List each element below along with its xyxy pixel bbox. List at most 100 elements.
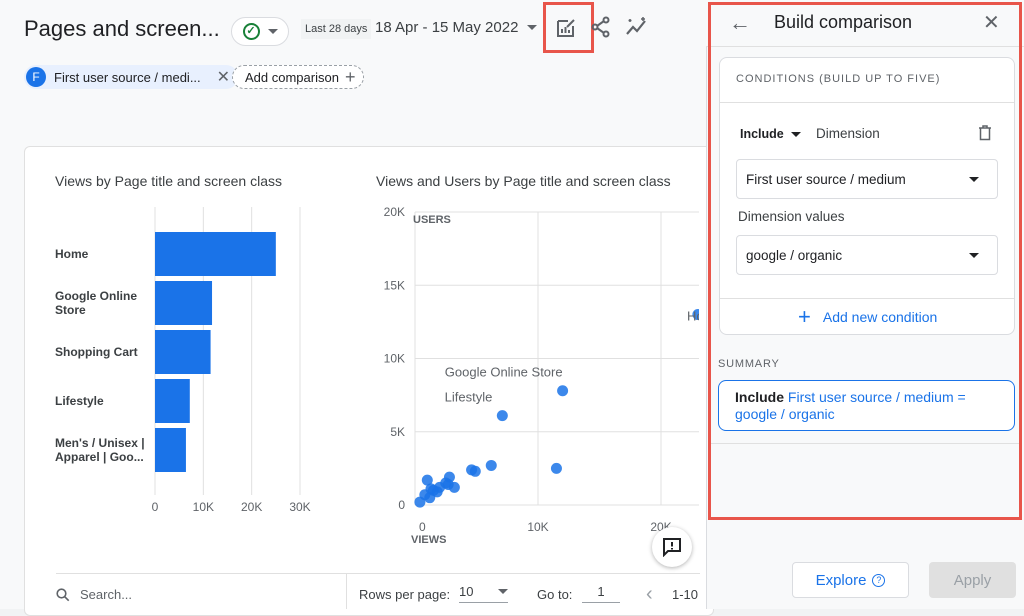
comparison-label: First user source / medi... [54, 69, 201, 85]
category-label: Men's / Unisex | [55, 436, 145, 450]
conditions-heading: CONDITIONS (BUILD UP TO FIVE) [736, 73, 941, 85]
rows-per-page-select[interactable]: 10 [459, 584, 508, 603]
divider [720, 102, 1014, 103]
close-icon[interactable]: ✕ [983, 10, 1000, 35]
chevron-down-icon [969, 252, 979, 258]
conditions-card: CONDITIONS (BUILD UP TO FIVE) Include Di… [719, 57, 1015, 335]
category-label: Google Online [55, 289, 137, 303]
explore-label: Explore [815, 571, 867, 589]
chevron-down-icon [790, 131, 801, 137]
point-label: Lifestyle [445, 390, 493, 405]
explore-button[interactable]: Explore ? [792, 562, 909, 598]
include-value: Include [740, 127, 784, 141]
summary-box: Include First user source / medium = goo… [718, 380, 1015, 431]
category-label: Home [55, 247, 89, 261]
y-tick-label: 0 [398, 498, 405, 512]
scatter-chart: 05K10K15K20K0 10K 20KUSERSVIEWSLifestyleGo… [384, 205, 699, 546]
panel-title: Build comparison [774, 12, 913, 32]
data-point [425, 483, 437, 495]
data-point [414, 496, 426, 508]
x-tick-label: 0 [419, 520, 426, 534]
add-comparison-button[interactable]: Add comparison + [232, 65, 365, 89]
summary-heading: SUMMARY [718, 358, 780, 370]
bar [155, 428, 186, 472]
date-range-picker[interactable]: 18 Apr - 15 May 2022 [375, 19, 538, 36]
dimension-value: First user source / medium [746, 171, 906, 187]
data-point [440, 477, 452, 489]
summary-include: Include [735, 389, 785, 405]
category-label: Shopping Cart [55, 345, 138, 359]
bar [155, 379, 190, 423]
goto-label: Go to: [537, 587, 573, 602]
bar [155, 330, 211, 374]
report-area: Pages and screen... ✓ Last 28 days 18 Ap… [0, 0, 714, 616]
goto-input[interactable]: 1 [582, 584, 620, 603]
search-input[interactable]: Search... [80, 587, 132, 602]
point-label: Google Online Store [445, 365, 563, 380]
data-point [557, 385, 569, 397]
y-tick-label: 15K [384, 278, 405, 292]
comparison-letter: F [26, 67, 46, 87]
divider [346, 574, 347, 609]
data-point [496, 410, 508, 422]
chevron-down-icon [969, 176, 979, 182]
insights-icon [626, 17, 646, 35]
bar-chart-title: Views by Page title and screen class [55, 173, 282, 189]
point-label: Ho [687, 309, 699, 324]
table-search[interactable]: Search... [56, 587, 132, 602]
feedback-button[interactable] [652, 527, 692, 567]
bar-chart: 0 10K 20K 30K Home Google OnlineStore Shopping… [55, 207, 311, 514]
insights-button[interactable] [624, 14, 650, 40]
chevron-down-icon [527, 25, 538, 30]
x-axis-label: VIEWS [411, 534, 446, 546]
help-icon: ? [872, 573, 886, 587]
x-tick-label: 0 [152, 500, 159, 514]
data-point [469, 465, 481, 477]
data-point [550, 462, 562, 474]
dimension-values-select[interactable]: google / organic [736, 235, 998, 275]
apply-button[interactable]: Apply [929, 562, 1016, 598]
x-tick-label: 20K [241, 500, 262, 514]
bar [155, 281, 213, 325]
share-icon [591, 16, 610, 38]
check-circle-icon: ✓ [242, 23, 260, 40]
category-label: Store [55, 303, 86, 317]
date-range: 18 Apr - 15 May 2022 [375, 19, 519, 36]
share-button[interactable] [588, 14, 614, 40]
page-range: 1-10 [672, 587, 699, 602]
date-preset: Last 28 days [301, 19, 372, 39]
report-status-button[interactable]: ✓ [231, 17, 289, 46]
bar [155, 232, 276, 276]
delete-icon[interactable] [978, 125, 992, 141]
include-select[interactable]: Include [740, 127, 801, 141]
rows-per-page-value: 10 [459, 584, 474, 599]
highlight-box [543, 2, 594, 53]
x-tick-label: 30K [289, 500, 310, 514]
category-label: Lifestyle [55, 394, 104, 408]
previous-page-icon[interactable]: ‹ [646, 583, 653, 606]
add-comparison-label: Add comparison [245, 69, 339, 85]
divider [709, 443, 1019, 444]
search-icon [56, 587, 70, 601]
x-tick-label: 10K [527, 520, 548, 534]
add-condition-label: Add new condition [822, 309, 938, 325]
data-point [485, 459, 497, 471]
plus-icon: + [798, 304, 811, 329]
arrow-left-icon[interactable]: ← [729, 10, 751, 36]
dimension-select[interactable]: First user source / medium [736, 159, 998, 199]
y-tick-label: 10K [384, 352, 405, 366]
page-title: Pages and screen... [24, 16, 220, 41]
plus-icon: + [344, 66, 356, 87]
dimension-values-value: google / organic [746, 247, 843, 263]
divider [56, 573, 700, 574]
comparison-chip[interactable]: F First user source / medi... ✕ [24, 65, 239, 89]
divider [720, 298, 1014, 299]
apply-label: Apply [953, 571, 992, 589]
y-axis-label: USERS [413, 214, 451, 226]
category-label: Apparel | Goo... [55, 450, 144, 464]
close-icon[interactable]: ✕ [217, 67, 230, 87]
add-condition-button[interactable]: + Add new condition [798, 304, 938, 329]
dimension-values-label: Dimension values [738, 209, 845, 224]
x-tick-label: 10K [193, 500, 214, 514]
y-tick-label: 20K [384, 205, 405, 219]
